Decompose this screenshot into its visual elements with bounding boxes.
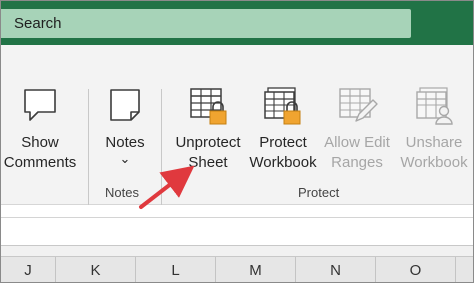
excel-window: Search Show Comments Notes ⌄ Notes Unpro…	[0, 0, 474, 283]
annotation-arrow	[139, 165, 195, 209]
